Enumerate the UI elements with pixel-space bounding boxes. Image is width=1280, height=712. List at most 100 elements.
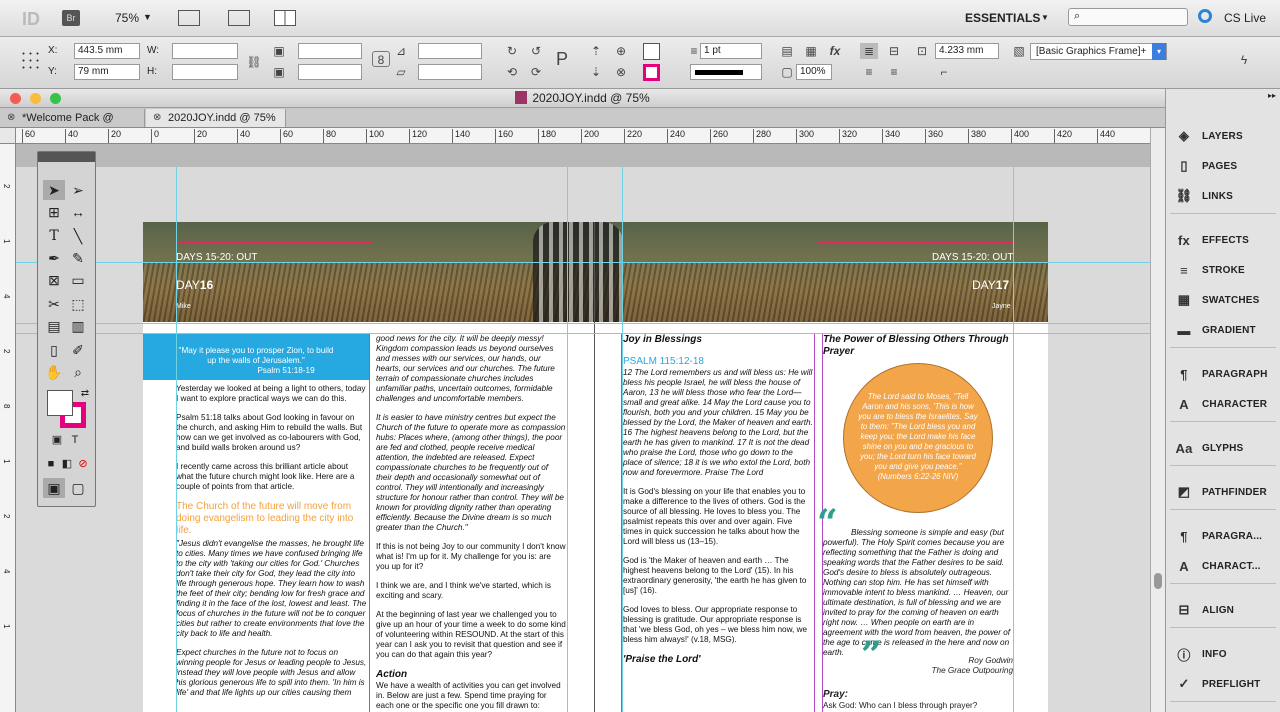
tab-2020joy[interactable]: ⊗ 2020JOY.indd @ 75% [146,109,286,127]
rectangle-tool-icon[interactable]: ▭ [67,270,89,290]
select-container-icon[interactable]: ⇡ [587,43,605,59]
dimension-field[interactable]: 4.233 mm [935,43,999,59]
lightning-icon[interactable]: ϟ [1235,52,1253,68]
cs-live-icon[interactable] [1198,9,1212,23]
distribute-v-icon[interactable]: ≡ [885,64,903,80]
ruler-origin[interactable] [0,128,16,144]
scale-y-icon[interactable]: ▣ [270,64,288,80]
guide-vertical[interactable] [567,167,568,712]
close-window-icon[interactable] [10,93,21,104]
gradient-swatch-tool-icon[interactable]: ▤ [43,316,65,336]
normal-view-icon[interactable]: ▣ [43,478,65,498]
selection-tool-icon[interactable]: ➤ [43,180,65,200]
scroll-thumb[interactable] [1154,573,1162,589]
page-spread[interactable]: DAYS 15-20: OUT DAY16 Mike DAYS 15-20: O… [143,222,1048,712]
gap-tool-icon[interactable]: ↔ [67,202,89,222]
apply-none-icon[interactable]: ⊘ [72,454,94,474]
panel-item-links[interactable]: ⛓ LINKS [1174,185,1233,207]
panel-item-character[interactable]: A CHARACTER [1174,393,1267,415]
distribute-icon[interactable]: ≡ [860,64,878,80]
pen-tool-icon[interactable]: ✒ [43,248,65,268]
panel-item-effects[interactable]: fx EFFECTS [1174,229,1249,251]
zoom-window-icon[interactable] [50,93,61,104]
screen-mode-icon[interactable] [228,10,250,26]
panel-item-preflight[interactable]: ✓ PREFLIGHT [1174,673,1260,695]
shear-field[interactable] [418,64,482,80]
shear-icon[interactable]: ▱ [392,64,410,80]
column-2[interactable]: good news for the city. It will be deepl… [376,334,566,712]
search-input[interactable]: ⌕ [1068,8,1188,26]
x-field[interactable]: 443.5 mm [74,43,140,59]
close-icon[interactable]: ⊗ [153,109,161,127]
stroke-swatch[interactable] [643,64,660,81]
pencil-tool-icon[interactable]: ✎ [67,248,89,268]
panel-item-charact[interactable]: A CHARACT... [1174,555,1261,577]
panel-item-pages[interactable]: ▯ PAGES [1174,155,1237,177]
chevron-down-icon[interactable]: ▼ [1041,13,1049,22]
text-wrap-icon[interactable]: ▤ [778,43,796,59]
rotate-ccw-icon[interactable]: ↺ [527,43,545,59]
column-3[interactable]: Joy in Blessings PSALM 115:12-18 12 The … [623,334,813,712]
guide-horizontal[interactable] [16,262,1150,263]
bridge-button[interactable]: Br [62,10,80,26]
select-previous-icon[interactable]: ⇣ [587,64,605,80]
y-field[interactable]: 79 mm [74,64,140,80]
stroke-type-select[interactable] [690,64,762,80]
panel-item-pathfinder[interactable]: ◩ PATHFINDER [1174,481,1267,503]
scale-x-field[interactable] [298,43,362,59]
object-style-select[interactable]: [Basic Graphics Frame]+ ▾ [1030,43,1167,60]
column-1[interactable]: Yesterday we looked at being a light to … [176,384,367,712]
link-icon[interactable]: 8 [372,51,390,67]
cs-live-button[interactable]: CS Live [1224,11,1266,25]
effects-fx-icon[interactable]: fx [826,43,844,59]
direct-selection-tool-icon[interactable]: ➢ [67,180,89,200]
dock-collapse-icon[interactable]: ▸▸ [1268,91,1276,100]
h-field[interactable] [172,64,238,80]
scale-x-icon[interactable]: ▣ [270,43,288,59]
arrange-documents-icon[interactable] [274,10,296,26]
guide-horizontal[interactable] [16,333,1150,334]
corner-options-icon[interactable]: ⌐ [935,64,953,80]
page-tool-icon[interactable]: ⊞ [43,202,65,222]
guide-vertical[interactable] [1013,167,1014,712]
panel-item-align[interactable]: ⊟ ALIGN [1174,599,1234,621]
panel-item-swatches[interactable]: ▦ SWATCHES [1174,289,1260,311]
panel-item-stroke[interactable]: ≡ STROKE [1174,259,1245,281]
minimize-window-icon[interactable] [30,93,41,104]
free-transform-tool-icon[interactable]: ⬚ [67,294,89,314]
stroke-weight-field[interactable]: 1 pt [700,43,762,59]
opacity-field[interactable]: 100% [796,64,832,80]
panel-item-paragra[interactable]: ¶ PARAGRA... [1174,525,1262,547]
select-content-icon[interactable]: ⊕ [612,43,630,59]
guide-vertical[interactable] [176,167,177,712]
note-tool-icon[interactable]: ▯ [43,340,65,360]
scissors-tool-icon[interactable]: ✂ [43,294,65,314]
close-icon[interactable]: ⊗ [7,109,15,127]
formatting-text-icon[interactable]: T [64,430,86,450]
preview-view-icon[interactable]: ▢ [67,478,89,498]
select-next-icon[interactable]: ⊗ [612,64,630,80]
zoom-tool-icon[interactable]: ⌕ [67,362,89,382]
vertical-ruler[interactable]: 2 1 4 2 8 1 2 4 1 [0,144,16,712]
rectangle-frame-tool-icon[interactable]: ⊠ [43,270,65,290]
vertical-scrollbar[interactable] [1150,128,1165,712]
guide-vertical[interactable] [622,167,623,712]
tab-welcome-pack[interactable]: ⊗*Welcome Pack @ 96% [0,109,145,142]
fill-color-swatch[interactable] [47,390,73,416]
hand-tool-icon[interactable]: ✋ [43,362,65,382]
flip-h-icon[interactable]: ⟲ [503,64,521,80]
zoom-select[interactable]: 75% [115,11,139,25]
align-center-icon[interactable]: ⊟ [885,43,903,59]
gradient-feather-tool-icon[interactable]: ▥ [67,316,89,336]
scale-y-field[interactable] [298,64,362,80]
panel-item-info[interactable]: ⓘ INFO [1174,643,1227,665]
type-tool-icon[interactable]: T [43,226,65,246]
line-tool-icon[interactable]: ╲ [67,226,89,246]
rotate-icon[interactable]: ⊿ [392,43,410,59]
panel-item-layers[interactable]: ◈ LAYERS [1174,125,1243,147]
align-left-icon[interactable]: ≣ [860,43,878,59]
view-options-icon[interactable] [178,10,200,26]
horizontal-ruler[interactable]: 60 40 20 0 20 40 60 80 100 120 140 160 180 200 220 240 2… [16,128,1150,144]
tools-panel-header[interactable] [38,152,95,162]
guide-horizontal[interactable] [16,323,1150,324]
